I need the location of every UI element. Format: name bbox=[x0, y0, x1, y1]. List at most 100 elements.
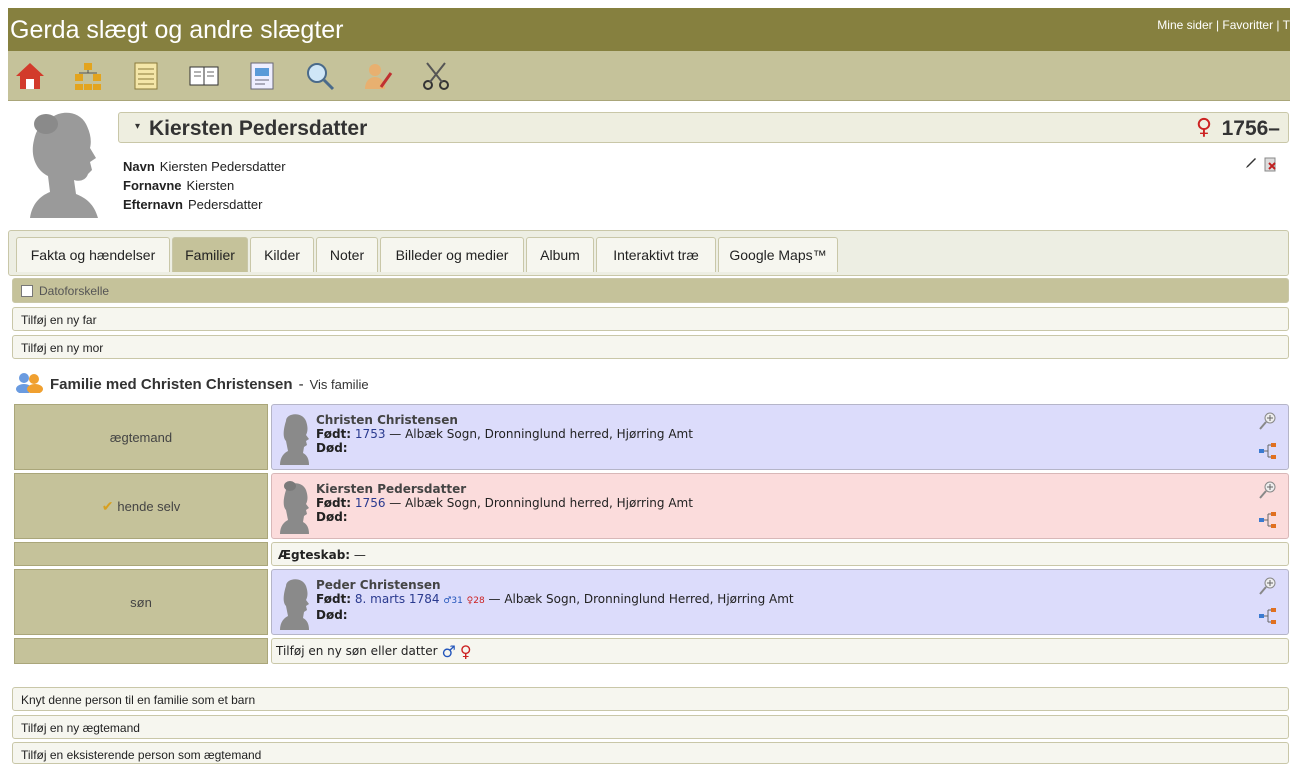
person-link[interactable]: Kiersten Pedersdatter bbox=[316, 482, 693, 496]
tab-billeder[interactable]: Billeder og medier bbox=[380, 237, 524, 272]
scissors-icon[interactable] bbox=[418, 58, 454, 94]
tab-album[interactable]: Album bbox=[526, 237, 594, 272]
person-silhouette bbox=[24, 110, 104, 218]
son-card[interactable]: Peder Christensen Født: 8. marts 1784 ♂3… bbox=[271, 569, 1289, 635]
mother-age: ♀28 bbox=[466, 596, 485, 606]
date-difference-toggle[interactable]: Datoforskelle bbox=[12, 278, 1289, 303]
zoom-in-icon[interactable] bbox=[1258, 576, 1278, 596]
born-label: Født: bbox=[316, 427, 352, 441]
person-info: Christen Christensen Født: 1753 — Albæk … bbox=[316, 413, 693, 455]
add-father-link[interactable]: Tilføj en ny far bbox=[12, 307, 1289, 331]
role-cell: søn bbox=[14, 569, 268, 635]
date-difference-label: Datoforskelle bbox=[39, 283, 110, 298]
icon-toolbar bbox=[8, 51, 1290, 101]
top-links[interactable]: Mine sider | Favoritter | T bbox=[1157, 18, 1290, 32]
marriage-row: Ægteskab: — bbox=[271, 542, 1289, 566]
role-label: hende selv bbox=[117, 498, 181, 514]
fact-row: Fornavne Kiersten bbox=[123, 176, 286, 195]
died-label: Død: bbox=[316, 510, 348, 524]
person-name: Kiersten Pedersdatter bbox=[149, 117, 368, 140]
edit-person-icon[interactable] bbox=[360, 58, 396, 94]
born-place: — Albæk Sogn, Dronninglund herred, Hjørr… bbox=[385, 496, 693, 510]
add-son-icon[interactable]: ♂ bbox=[442, 642, 456, 661]
tab-kilder[interactable]: Kilder bbox=[250, 237, 314, 272]
add-husband-link[interactable]: Tilføj en ny ægtemand bbox=[12, 715, 1289, 739]
tab-google-maps[interactable]: Google Maps™ bbox=[718, 237, 838, 272]
family-separator: - bbox=[298, 375, 304, 393]
person-facts: Navn Kiersten Pedersdatter Fornavne Kierst… bbox=[123, 157, 286, 214]
born-label: Født: bbox=[316, 592, 352, 606]
add-mother-link[interactable]: Tilføj en ny mor bbox=[12, 335, 1289, 359]
tab-fakta[interactable]: Fakta og hændelser bbox=[16, 237, 170, 272]
show-family-link[interactable]: Vis familie bbox=[310, 377, 369, 392]
report-icon[interactable] bbox=[244, 58, 280, 94]
zoom-in-icon[interactable] bbox=[1258, 480, 1278, 500]
person-link[interactable]: Christen Christensen bbox=[316, 413, 693, 427]
list-icon[interactable] bbox=[128, 58, 164, 94]
born-year[interactable]: 1756 bbox=[355, 496, 386, 510]
search-icon[interactable] bbox=[302, 58, 338, 94]
person-info: Kiersten Pedersdatter Født: 1756 — Albæk… bbox=[316, 482, 693, 524]
born-place: — Albæk Sogn, Dronninglund herred, Hjørr… bbox=[385, 427, 693, 441]
tabs-bar: Fakta og hændelser Familier Kilder Noter… bbox=[8, 230, 1289, 276]
born-year[interactable]: 8. marts 1784 bbox=[355, 592, 440, 606]
marriage-value: — bbox=[350, 548, 366, 562]
fact-row: Navn Kiersten Pedersdatter bbox=[123, 157, 286, 176]
self-card[interactable]: Kiersten Pedersdatter Født: 1756 — Albæk… bbox=[271, 473, 1289, 539]
person-name-bar[interactable]: ▾ Kiersten Pedersdatter ♀ 1756– bbox=[118, 112, 1289, 143]
fact-label: Efternavn bbox=[123, 197, 183, 212]
add-child-row: Tilføj en ny søn eller datter ♂ ♀ bbox=[271, 638, 1289, 664]
role-cell-empty bbox=[14, 638, 268, 664]
male-silhouette-icon bbox=[280, 414, 309, 465]
born-year[interactable]: 1753 bbox=[355, 427, 386, 441]
female-silhouette-icon bbox=[280, 481, 309, 534]
add-child-label[interactable]: Tilføj en ny søn eller datter bbox=[276, 644, 438, 658]
person-years: 1756– bbox=[1221, 117, 1280, 140]
husband-card[interactable]: Christen Christensen Født: 1753 — Albæk … bbox=[271, 404, 1289, 470]
fact-label: Navn bbox=[123, 159, 155, 174]
home-icon[interactable] bbox=[12, 58, 48, 94]
delete-icon[interactable] bbox=[1264, 156, 1278, 175]
died-label: Død: bbox=[316, 608, 348, 622]
role-cell: ægtemand bbox=[14, 404, 268, 470]
edit-icons bbox=[1244, 156, 1278, 175]
add-existing-husband-link[interactable]: Tilføj en eksisterende person som ægtema… bbox=[12, 742, 1289, 764]
person-info: Peder Christensen Født: 8. marts 1784 ♂3… bbox=[316, 578, 794, 622]
site-title[interactable]: Gerda slægt og andre slægter bbox=[10, 16, 344, 45]
pedigree-icon[interactable] bbox=[70, 58, 106, 94]
book-icon[interactable] bbox=[186, 58, 222, 94]
caret-down-icon[interactable]: ▾ bbox=[135, 121, 140, 132]
died-label: Død: bbox=[316, 441, 348, 455]
marriage-label: Ægteskab: bbox=[278, 548, 351, 562]
family-tree-icon[interactable] bbox=[1258, 606, 1278, 626]
role-label: søn bbox=[130, 594, 152, 610]
pencil-icon[interactable] bbox=[1244, 156, 1258, 175]
role-cell-empty bbox=[14, 542, 268, 566]
tab-noter[interactable]: Noter bbox=[316, 237, 378, 272]
site-header: Gerda slægt og andre slægter Mine sider … bbox=[8, 8, 1290, 51]
family-tree-icon[interactable] bbox=[1258, 510, 1278, 530]
person-link[interactable]: Peder Christensen bbox=[316, 578, 794, 592]
family-icon bbox=[14, 371, 44, 397]
add-daughter-icon[interactable]: ♀ bbox=[460, 642, 472, 661]
checkmark-icon: ✔ bbox=[101, 497, 114, 514]
tab-interaktivt[interactable]: Interaktivt træ bbox=[596, 237, 716, 272]
link-as-child-link[interactable]: Knyt denne person til en familie som et … bbox=[12, 687, 1289, 711]
role-cell: ✔ hende selv bbox=[14, 473, 268, 539]
female-icon: ♀ bbox=[1195, 115, 1212, 140]
fact-value: Pedersdatter bbox=[187, 197, 263, 212]
family-tree-icon[interactable] bbox=[1258, 441, 1278, 461]
role-label: ægtemand bbox=[109, 429, 173, 445]
father-age: ♂31 bbox=[443, 596, 463, 606]
tab-familier[interactable]: Familier bbox=[172, 237, 248, 272]
family-heading: Familie med Christen Christensen - Vis f… bbox=[14, 371, 369, 397]
fact-value: Kiersten bbox=[186, 178, 235, 193]
zoom-in-icon[interactable] bbox=[1258, 411, 1278, 431]
male-silhouette-icon bbox=[280, 579, 309, 630]
fact-row: Efternavn Pedersdatter bbox=[123, 195, 286, 214]
date-difference-checkbox[interactable] bbox=[21, 284, 33, 297]
born-label: Født: bbox=[316, 496, 352, 510]
family-title: Familie med Christen Christensen bbox=[50, 375, 293, 393]
born-place: — Albæk Sogn, Dronninglund Herred, Hjørr… bbox=[484, 592, 794, 606]
fact-value: Kiersten Pedersdatter bbox=[159, 159, 286, 174]
